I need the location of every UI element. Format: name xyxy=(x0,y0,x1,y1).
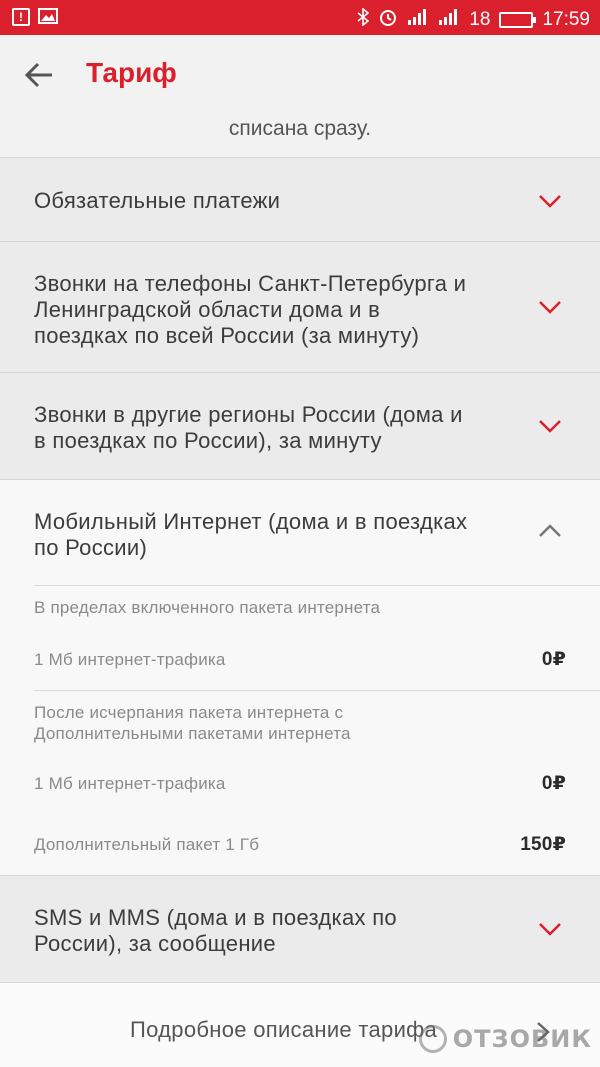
section-calls-other-regions[interactable]: Звонки в другие регионы России (дома и в… xyxy=(0,372,600,479)
section-label: Обязательные платежи xyxy=(34,188,281,213)
price-value: 0₽ xyxy=(541,773,566,794)
chevron-down-icon xyxy=(539,195,561,208)
watermark-logo-icon xyxy=(418,1025,447,1053)
group-title: В пределах включенного пакета интернета xyxy=(34,598,381,617)
status-bar: ! 18 17:59 xyxy=(0,0,600,35)
app-bar: Тариф xyxy=(0,35,600,115)
signal-strength-text: 18 xyxy=(469,9,491,30)
group-title: После исчерпания пакета интернета с Допо… xyxy=(34,703,351,743)
section-label: Звонки в другие регионы России (дома и в… xyxy=(34,402,463,453)
bluetooth-icon xyxy=(357,7,370,32)
section-label: SMS и MMS (дома и в поездках по России),… xyxy=(34,905,397,956)
back-arrow-icon[interactable] xyxy=(24,61,56,89)
divider xyxy=(34,585,600,586)
chevron-down-icon xyxy=(539,301,561,314)
alert-icon: ! xyxy=(12,8,30,26)
section-mobile-internet[interactable]: Мобильный Интернет (дома и в поездках по… xyxy=(0,479,600,875)
section-label: Звонки на телефоны Санкт-Петербурга и Ле… xyxy=(34,271,467,348)
divider xyxy=(34,690,600,691)
clock: 17:59 xyxy=(542,9,590,30)
chevron-down-icon xyxy=(539,923,561,936)
section-calls-spb[interactable]: Звонки на телефоны Санкт-Петербурга и Ле… xyxy=(0,241,600,372)
signal-icon-2 xyxy=(438,8,460,32)
footer: Подробное описание тарифа ОТЗОВИК xyxy=(0,982,600,1067)
section-sms-mms[interactable]: SMS и MMS (дома и в поездках по России),… xyxy=(0,875,600,982)
section-label: Мобильный Интернет (дома и в поездках по… xyxy=(34,509,468,560)
watermark: ОТЗОВИК xyxy=(418,1025,592,1053)
partial-text: списана сразу. xyxy=(0,115,600,157)
chevron-up-icon xyxy=(539,524,561,537)
alarm-icon xyxy=(378,7,398,33)
image-icon xyxy=(38,8,58,24)
signal-icon xyxy=(407,8,429,32)
battery-icon xyxy=(499,12,537,28)
detailed-description-link[interactable]: Подробное описание тарифа xyxy=(130,1017,437,1043)
page-title: Тариф xyxy=(86,57,177,88)
section-mandatory-payments[interactable]: Обязательные платежи xyxy=(0,157,600,241)
price-value: 150₽ xyxy=(520,834,566,855)
chevron-down-icon xyxy=(539,420,561,433)
price-value: 0₽ xyxy=(541,649,566,670)
